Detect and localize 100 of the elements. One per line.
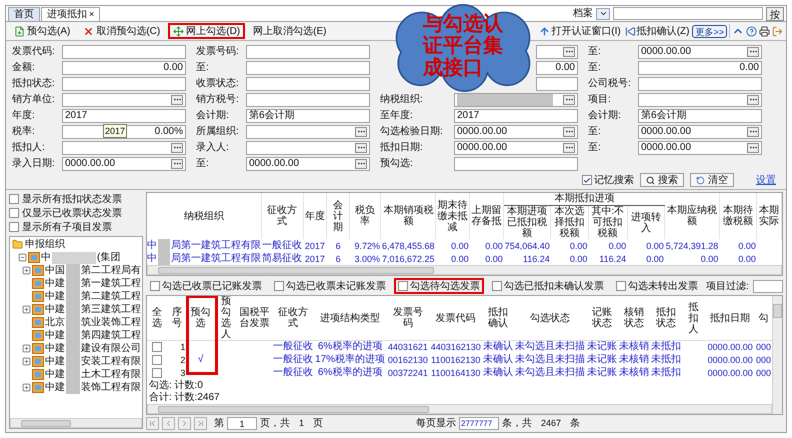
- toolbar-button[interactable]: 按: [766, 6, 784, 20]
- picker-button[interactable]: [171, 158, 183, 168]
- input-field[interactable]: 2017: [62, 108, 186, 122]
- checkbox[interactable]: [9, 194, 19, 204]
- input-field[interactable]: [536, 44, 578, 58]
- close-tab-button[interactable]: ×: [89, 8, 94, 22]
- input-field[interactable]: [638, 76, 762, 90]
- input-field[interactable]: [536, 76, 578, 90]
- input-field[interactable]: 0000.00.00: [638, 124, 762, 138]
- picker-button[interactable]: [747, 126, 759, 136]
- help-icon[interactable]: [746, 26, 757, 36]
- tree-item[interactable]: 中建: [45, 289, 65, 304]
- tree-item[interactable]: 中国: [45, 263, 65, 278]
- per-page-field[interactable]: 2777777: [459, 417, 500, 430]
- input-field[interactable]: [638, 92, 762, 106]
- tab[interactable]: 首页: [8, 7, 40, 21]
- input-field[interactable]: 2017: [454, 108, 578, 122]
- printer-icon[interactable]: [759, 26, 770, 36]
- input-field[interactable]: [62, 44, 186, 58]
- input-field[interactable]: [246, 92, 370, 106]
- checkbox[interactable]: [616, 281, 626, 291]
- vertical-scrollbar[interactable]: [772, 296, 782, 414]
- tree-item[interactable]: 中建: [45, 328, 65, 343]
- input-field[interactable]: 0000.00.00: [246, 156, 370, 170]
- tree-item[interactable]: 中: [41, 250, 51, 265]
- expand-icon[interactable]: [22, 344, 31, 353]
- pager-button[interactable]: [194, 417, 207, 430]
- collapse-icon[interactable]: [18, 253, 27, 262]
- picker-button[interactable]: [747, 142, 759, 152]
- input-field[interactable]: [62, 92, 186, 106]
- checkbox[interactable]: [582, 175, 592, 185]
- checkbox[interactable]: [152, 368, 162, 378]
- expand-icon[interactable]: [22, 357, 31, 366]
- input-field[interactable]: 0000.00.00: [454, 140, 578, 154]
- input-field[interactable]: 0.00: [62, 60, 186, 74]
- picker-button[interactable]: [171, 94, 183, 104]
- settings-link[interactable]: 设置: [756, 172, 776, 188]
- tree-item[interactable]: 中建: [45, 380, 65, 395]
- tree-item[interactable]: 建设有限公司: [81, 341, 141, 356]
- input-field[interactable]: 0000.00.00: [638, 140, 762, 154]
- expand-icon[interactable]: [22, 305, 31, 314]
- clear-button[interactable]: 清空: [690, 173, 734, 187]
- horizontal-scrollbar[interactable]: [10, 418, 142, 428]
- tree-item[interactable]: 申报组织: [25, 237, 65, 252]
- tree-item[interactable]: (集团: [97, 250, 120, 265]
- tab[interactable]: 进项抵扣 ×: [41, 7, 100, 21]
- checkbox[interactable]: [398, 281, 408, 291]
- input-field[interactable]: [246, 76, 370, 90]
- checkbox[interactable]: [152, 342, 162, 352]
- horizontal-scrollbar[interactable]: [147, 265, 782, 275]
- input-field[interactable]: 2017 0.00%: [62, 124, 186, 138]
- checkbox[interactable]: [9, 208, 19, 218]
- tree-item[interactable]: 安装工程有限: [81, 354, 141, 369]
- picker-button[interactable]: [747, 94, 759, 104]
- checkbox[interactable]: [274, 281, 284, 291]
- tree-item[interactable]: 筑业装饰工程: [81, 315, 141, 330]
- picker-button[interactable]: [563, 94, 575, 104]
- tree-item[interactable]: 土木工程有限: [81, 367, 141, 382]
- input-field[interactable]: 第6会计期: [246, 108, 370, 122]
- input-field[interactable]: 0000.00.00: [62, 156, 186, 170]
- input-field[interactable]: 0000.00.00: [638, 44, 762, 58]
- input-field[interactable]: [62, 140, 186, 154]
- more-button[interactable]: 更多>>: [692, 24, 727, 38]
- page-field[interactable]: 1: [227, 417, 257, 430]
- checkbox[interactable]: [150, 281, 160, 291]
- tree-item[interactable]: 北京: [45, 315, 65, 330]
- picker-button[interactable]: [563, 126, 575, 136]
- toolbar-button[interactable]: 预勾选(A): [9, 23, 76, 39]
- toolbar-button[interactable]: 打开认证窗口(I): [538, 23, 622, 39]
- picker-button[interactable]: [355, 158, 367, 168]
- picker-button[interactable]: [747, 46, 759, 56]
- input-field[interactable]: 第6会计期: [638, 108, 762, 122]
- tree-item[interactable]: 中建: [45, 276, 65, 291]
- picker-button[interactable]: [355, 126, 367, 136]
- checkbox[interactable]: [152, 355, 162, 365]
- toolbar-button[interactable]: 抵扣确认(Z): [624, 23, 690, 39]
- picker-button[interactable]: [563, 142, 575, 152]
- tree-item[interactable]: 装饰工程有限: [81, 380, 141, 395]
- tree-item[interactable]: 第一建筑工程: [81, 276, 141, 291]
- tree-item[interactable]: 中建: [45, 302, 65, 317]
- toolbar-button[interactable]: 网上勾选(D): [168, 23, 246, 39]
- expand-icon[interactable]: [22, 383, 31, 392]
- input-field[interactable]: 0.00: [638, 60, 762, 74]
- picker-button[interactable]: [563, 46, 575, 56]
- picker-button[interactable]: [171, 142, 183, 152]
- tree-item[interactable]: 第四建筑工程: [81, 328, 141, 343]
- horizontal-scrollbar[interactable]: [147, 404, 772, 414]
- tree-item[interactable]: 第二工程局有: [81, 263, 141, 278]
- input-field[interactable]: [246, 124, 370, 138]
- tree-item[interactable]: 中建: [45, 354, 65, 369]
- tree-item[interactable]: 中建: [45, 341, 65, 356]
- search-button[interactable]: 搜索: [640, 173, 684, 187]
- input-field[interactable]: [454, 92, 578, 106]
- picker-button[interactable]: [355, 142, 367, 152]
- input-field[interactable]: [246, 140, 370, 154]
- input-field[interactable]: 0000.00.00: [454, 124, 578, 138]
- dropdown[interactable]: [596, 8, 610, 20]
- tree-item[interactable]: 中建: [45, 367, 65, 382]
- toolbar-button[interactable]: 取消预勾选(C): [78, 23, 166, 39]
- checkbox[interactable]: [9, 222, 19, 232]
